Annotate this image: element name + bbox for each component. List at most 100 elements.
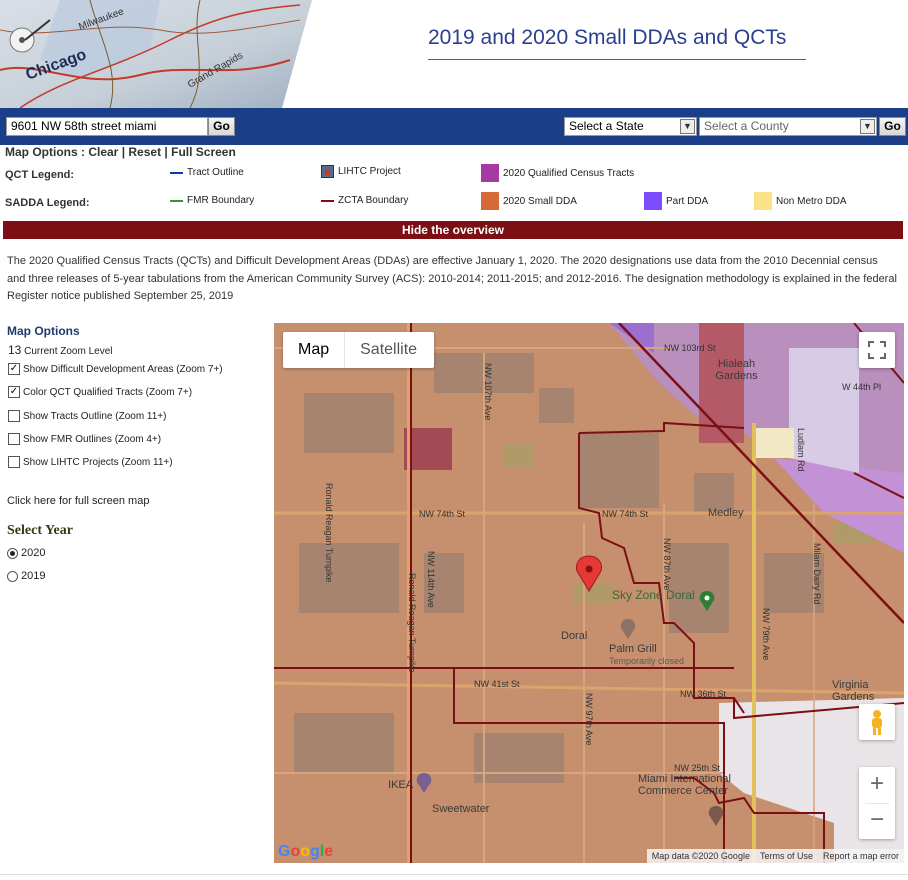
map-block — [299, 543, 399, 613]
map-label-street: Milam Dairy Rd — [812, 543, 822, 605]
zoom-divider — [865, 803, 889, 804]
poi-pin-dot — [704, 595, 710, 601]
legend-item-tract-outline: Tract Outline — [170, 167, 244, 178]
clear-link[interactable]: Clear — [88, 145, 118, 159]
checkbox-row-qct[interactable]: ✓ Color QCT Qualified Tracts (Zoom 7+) — [8, 386, 192, 398]
chevron-down-icon: ▼ — [860, 119, 875, 134]
search-bar: 9601 NW 58th street miami Go Select a St… — [0, 108, 908, 145]
map-type-satellite-button[interactable]: Satellite — [344, 332, 432, 368]
overview-text: The 2020 Qualified Census Tracts (QCTs) … — [7, 255, 897, 302]
sadda-legend-label: SADDA Legend: — [5, 197, 90, 209]
county-select[interactable]: Select a County ▼ — [699, 117, 877, 136]
map-layer — [274, 323, 904, 863]
map-canvas[interactable]: NW 74th St NW 74th St NW 41st St NW 36th… — [274, 323, 904, 863]
legend-label: 2020 Qualified Census Tracts — [503, 167, 635, 179]
map-label-highway: Ronald Reagan Turnpike — [407, 573, 417, 673]
page-bottom-divider — [0, 874, 908, 875]
violet-swatch — [644, 192, 662, 210]
address-search-input[interactable]: 9601 NW 58th street miami — [6, 117, 208, 136]
checkbox-qct[interactable]: ✓ — [8, 386, 20, 398]
legend-label: ZCTA Boundary — [338, 195, 409, 206]
checkbox-lihtc[interactable] — [8, 456, 20, 468]
zoom-control: + − — [859, 767, 895, 839]
fullscreen-button[interactable] — [859, 332, 895, 368]
zoom-out-button[interactable]: − — [859, 803, 895, 839]
header-road-map-image: Chicago Milwaukee Grand Rapids — [0, 0, 312, 108]
map-label-poi: Sky Zone Doral — [612, 588, 695, 602]
zoom-in-button[interactable]: + — [859, 767, 895, 803]
select-year-title: Select Year — [7, 523, 73, 538]
map-label-street: Ludlam Rd — [796, 428, 806, 472]
legend-item-non-metro-dda: Non Metro DDA — [754, 192, 847, 210]
map-block — [579, 433, 659, 508]
title-underline — [428, 59, 806, 60]
hide-overview-toggle[interactable]: Hide the overview — [3, 221, 903, 239]
checkbox-tracts-outline[interactable] — [8, 410, 20, 422]
map-park — [504, 443, 534, 468]
map-label-street: NW 107th Ave — [483, 363, 493, 421]
checkbox-row-tracts-outline[interactable]: Show Tracts Outline (Zoom 11+) — [8, 410, 166, 422]
county-go-button[interactable]: Go — [879, 117, 906, 136]
legend-item-qualified-census-tracts: 2020 Qualified Census Tracts — [481, 164, 634, 182]
map-data-credit: Map data ©2020 Google — [651, 851, 750, 861]
legend-item-small-dda: 2020 Small DDA — [481, 192, 577, 210]
blue-line-swatch — [170, 171, 183, 174]
checkbox-label: Show Tracts Outline (Zoom 11+) — [23, 410, 167, 422]
separator: | — [161, 145, 172, 159]
street-view-button[interactable] — [859, 704, 895, 740]
page: Chicago Milwaukee Grand Rapids 2019 and … — [0, 0, 908, 880]
map-label-street: NW 114th Ave — [426, 551, 436, 608]
checkbox-row-lihtc[interactable]: Show LIHTC Projects (Zoom 11+) — [8, 456, 173, 468]
checkbox-row-dda[interactable]: ✓ Show Difficult Development Areas (Zoom… — [8, 363, 223, 375]
map-label-street: NW 41st St — [474, 679, 520, 689]
checkbox-dda[interactable]: ✓ — [8, 363, 20, 375]
checkbox-fmr[interactable] — [8, 433, 20, 445]
state-select[interactable]: Select a State ▼ — [564, 117, 697, 136]
checkbox-label: Color QCT Qualified Tracts (Zoom 7+) — [23, 386, 193, 398]
map-label-place: Virginia Gardens — [832, 679, 875, 703]
house-icon — [321, 165, 334, 178]
map-type-map-button[interactable]: Map — [283, 332, 344, 368]
map-label-poi: IKEA — [388, 779, 414, 791]
full-screen-map-link[interactable]: Click here for full screen map — [7, 495, 149, 507]
map-label-street: W 44th Pl — [842, 382, 882, 392]
map-options-prefix: Map Options : — [5, 145, 89, 159]
map-label-poi: Palm Grill — [609, 643, 657, 655]
radio-2020[interactable] — [7, 547, 18, 559]
green-line-swatch — [170, 199, 183, 202]
map-park — [574, 583, 614, 603]
full-screen-link[interactable]: Full Screen — [171, 145, 236, 159]
terms-of-use-link[interactable]: Terms of Use — [755, 851, 818, 861]
map-label-street: NW 36th St — [680, 689, 727, 699]
map-label-highway: Ronald Reagan Turnpike — [324, 483, 334, 583]
legend-item-zcta-boundary: ZCTA Boundary — [321, 195, 408, 206]
radio-row-2020[interactable]: 2020 — [7, 547, 45, 559]
report-map-error-link[interactable]: Report a map error — [818, 851, 904, 861]
chevron-down-icon: ▼ — [680, 119, 695, 134]
zoom-level-text: Current Zoom Level — [21, 346, 113, 357]
legend-item-fmr-boundary: FMR Boundary — [170, 195, 254, 206]
map-options-line: Map Options : Clear | Reset | Full Scree… — [5, 145, 236, 159]
map-label-street: NW 103rd St — [664, 343, 716, 353]
legend-label: Non Metro DDA — [776, 195, 847, 207]
map-block — [294, 713, 394, 773]
address-go-button[interactable]: Go — [208, 117, 235, 136]
map-block — [539, 388, 574, 423]
separator: | — [118, 145, 129, 159]
state-select-value: Select a State — [569, 119, 644, 133]
checkbox-label: Show FMR Outlines (Zoom 4+) — [23, 433, 162, 445]
page-title: 2019 and 2020 Small DDAs and QCTs — [428, 26, 787, 49]
map-type-control: Map Satellite — [283, 332, 434, 368]
reset-link[interactable]: Reset — [128, 145, 161, 159]
radio-2019[interactable] — [7, 570, 18, 582]
map-label-street: NW 87th Ave — [662, 538, 672, 591]
map-label-place: Doral — [561, 630, 588, 642]
orange-swatch — [481, 192, 499, 210]
radio-row-2019[interactable]: 2019 — [7, 570, 45, 582]
red-line-swatch — [321, 199, 334, 202]
county-select-value: Select a County — [704, 119, 789, 133]
map-block — [474, 733, 564, 783]
checkbox-row-fmr[interactable]: Show FMR Outlines (Zoom 4+) — [8, 433, 161, 445]
legend-label: FMR Boundary — [187, 195, 255, 206]
non-metro-area — [754, 428, 794, 458]
